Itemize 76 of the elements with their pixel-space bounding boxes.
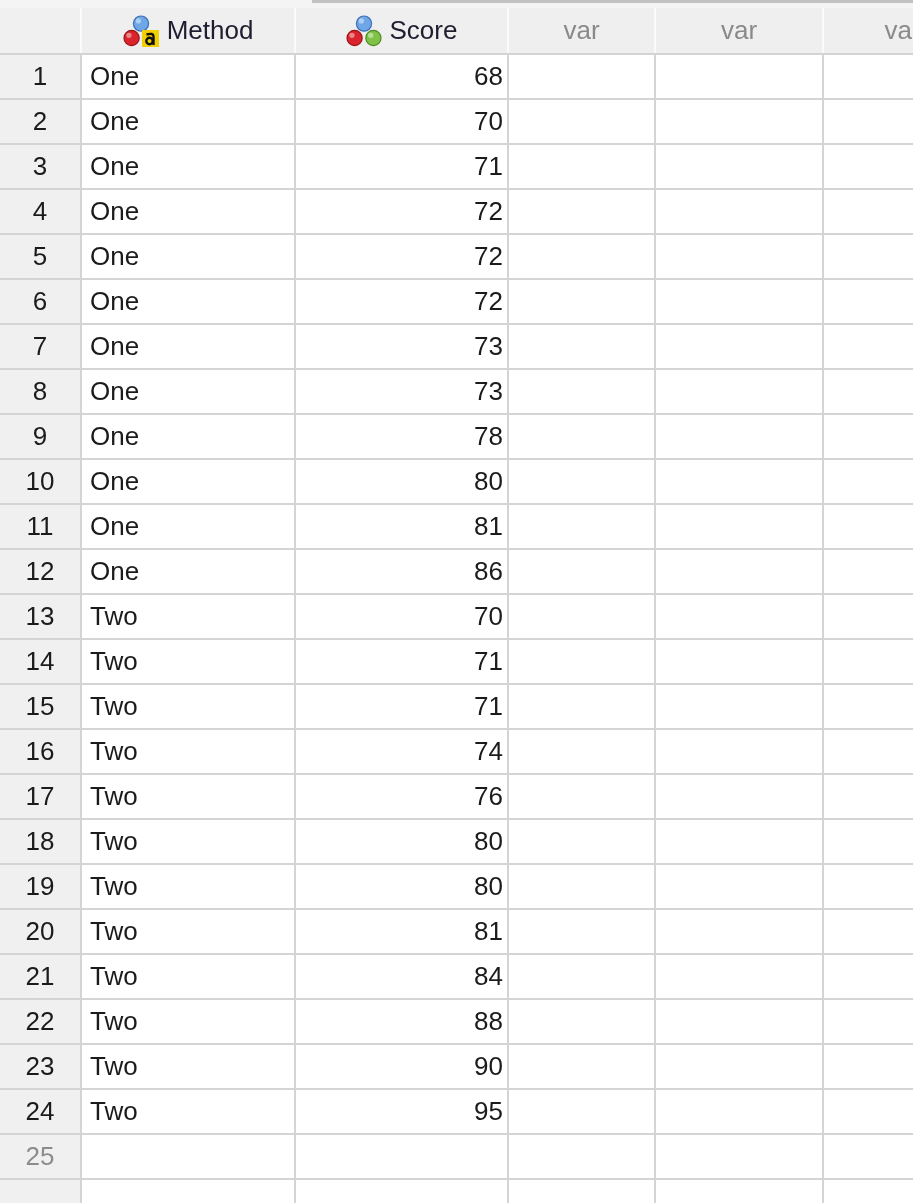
table-cell: Two	[82, 730, 294, 773]
row-number[interactable]: 22	[0, 1000, 80, 1043]
table-cell: 72	[296, 235, 507, 278]
table-cell: 80	[296, 460, 507, 503]
table-cell: 88	[296, 1000, 507, 1043]
row-number[interactable]: 23	[0, 1045, 80, 1088]
row-number[interactable]: 21	[0, 955, 80, 998]
table-cell: 81	[296, 505, 507, 548]
table-cell: Two	[82, 1045, 294, 1088]
table-cell: 80	[296, 865, 507, 908]
table-cell: Two	[82, 595, 294, 638]
row-number[interactable]: 7	[0, 325, 80, 368]
row-number[interactable]: 16	[0, 730, 80, 773]
table-cell: 72	[296, 280, 507, 323]
table-cell: One	[82, 415, 294, 458]
table-cell: 73	[296, 370, 507, 413]
row-number[interactable]: 10	[0, 460, 80, 503]
table-cell: 70	[296, 595, 507, 638]
table-cell: One	[82, 55, 294, 98]
table-cell: One	[82, 190, 294, 233]
table-cell: One	[82, 325, 294, 368]
table-cell: One	[82, 505, 294, 548]
table-cell: 95	[296, 1090, 507, 1133]
table-cell: 84	[296, 955, 507, 998]
table-cell: 76	[296, 775, 507, 818]
row-number[interactable]: 17	[0, 775, 80, 818]
row-number[interactable]: 15	[0, 685, 80, 728]
table-cell: 73	[296, 325, 507, 368]
table-cell: 71	[296, 145, 507, 188]
column-header[interactable]: Method	[82, 8, 294, 53]
table-cell: 81	[296, 910, 507, 953]
row-number[interactable]: 18	[0, 820, 80, 863]
table-cell: One	[82, 550, 294, 593]
table-cell: 80	[296, 820, 507, 863]
table-cell: One	[82, 145, 294, 188]
table-cell: Two	[82, 640, 294, 683]
table-cell: 71	[296, 685, 507, 728]
row-number[interactable]: 11	[0, 505, 80, 548]
table-cell: 68	[296, 55, 507, 98]
row-number[interactable]: 14	[0, 640, 80, 683]
table-cell: 70	[296, 100, 507, 143]
table-cell: 78	[296, 415, 507, 458]
table-cell: Two	[82, 820, 294, 863]
row-number[interactable]: 6	[0, 280, 80, 323]
table-cell: Two	[82, 685, 294, 728]
row-number[interactable]: 24	[0, 1090, 80, 1133]
table-cell: 86	[296, 550, 507, 593]
row-number[interactable]: 12	[0, 550, 80, 593]
column-header[interactable]: Score	[296, 8, 507, 53]
table-cell: Two	[82, 1090, 294, 1133]
table-cell: Two	[82, 910, 294, 953]
table-cell: Two	[82, 775, 294, 818]
table-cell: Two	[82, 865, 294, 908]
table-cell: One	[82, 460, 294, 503]
row-number[interactable]: 20	[0, 910, 80, 953]
row-number[interactable]: 19	[0, 865, 80, 908]
table-cell: 74	[296, 730, 507, 773]
table-cell: One	[82, 280, 294, 323]
table-cell: One	[82, 235, 294, 278]
nominal-variable-icon	[122, 14, 159, 47]
row-number[interactable]: 9	[0, 415, 80, 458]
row-number[interactable]: 13	[0, 595, 80, 638]
table-cell: Two	[82, 955, 294, 998]
table-cell: One	[82, 100, 294, 143]
table-cell: 71	[296, 640, 507, 683]
row-number[interactable]: 8	[0, 370, 80, 413]
scale-variable-icon	[345, 14, 382, 47]
table-cell: One	[82, 370, 294, 413]
row-number[interactable]: 5	[0, 235, 80, 278]
row-number[interactable]: 3	[0, 145, 80, 188]
table-cell: Two	[82, 1000, 294, 1043]
row-number[interactable]: 2	[0, 100, 80, 143]
table-cell: 72	[296, 190, 507, 233]
row-number[interactable]: 1	[0, 55, 80, 98]
row-number[interactable]: 4	[0, 190, 80, 233]
table-cell: 90	[296, 1045, 507, 1088]
